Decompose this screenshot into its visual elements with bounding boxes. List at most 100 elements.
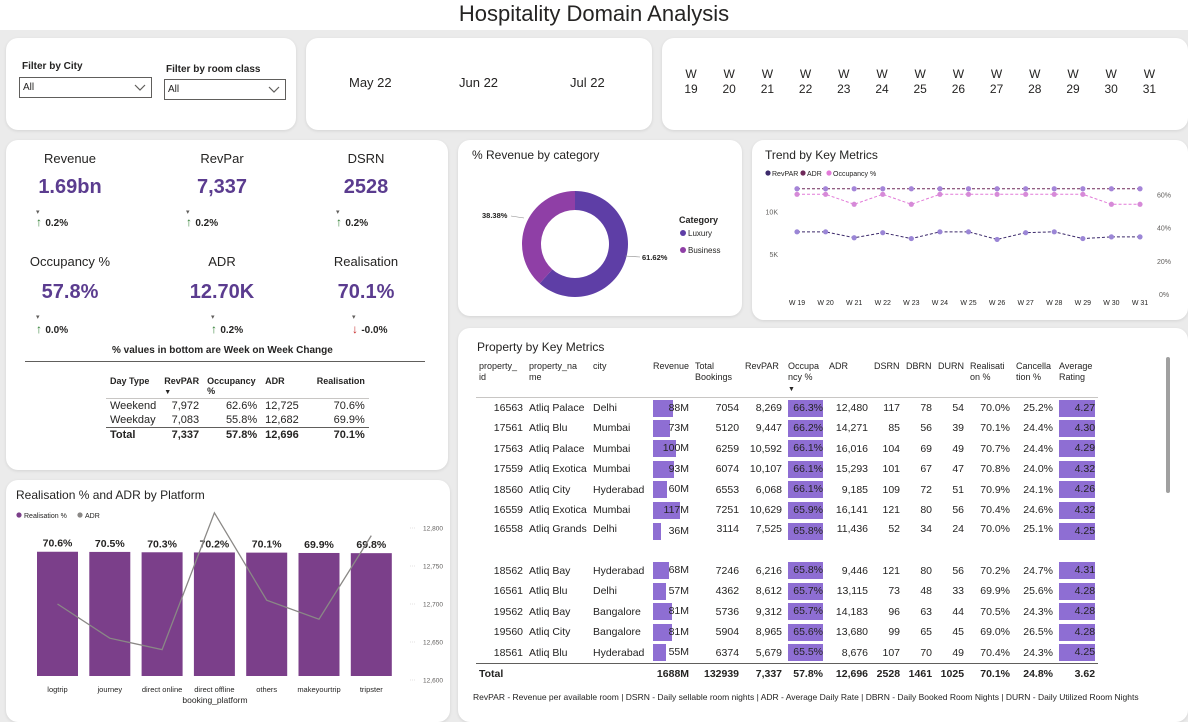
bar-others[interactable] [246,552,288,676]
data-point[interactable] [1080,191,1086,197]
data-point[interactable] [1080,235,1086,242]
data-point[interactable] [937,229,943,235]
col-header[interactable]: Realisati on % [967,359,1013,398]
data-point[interactable] [794,191,800,197]
col-header[interactable]: DSRN [871,359,903,398]
data-point[interactable] [1023,230,1029,236]
data-point[interactable] [822,191,829,197]
data-point[interactable] [880,191,886,197]
data-point[interactable] [1137,201,1143,207]
bar-tripster[interactable] [350,553,392,676]
city-filter-dropdown[interactable]: All [19,77,152,98]
data-point[interactable] [822,186,829,192]
data-point[interactable] [1080,186,1086,192]
month-option[interactable]: May 22 [349,75,392,90]
data-point[interactable] [994,186,1000,192]
legend-label[interactable]: Realisation % [24,513,67,520]
data-point[interactable] [908,201,914,207]
table-row[interactable]: Weekday 7,083 55.8% 12,682 69.9% [106,413,369,428]
col-header[interactable]: Occupancy % [203,374,261,399]
data-point[interactable] [1108,201,1115,207]
table-row[interactable]: 19560 Atliq City Bangalore 81M 5904 8,965 65.6… [476,622,1098,643]
table-row[interactable]: 16559 Atliq Exotica Mumbai 117M 7251 10,629 65… [476,500,1098,521]
col-header[interactable]: Realisation [303,374,369,399]
col-header[interactable]: Revenue [650,359,692,398]
table-row[interactable]: 17563 Atliq Palace Mumbai 100M 6259 10,592 66.… [476,439,1098,460]
week-option[interactable]: W 29 [1063,67,1083,97]
data-point[interactable] [994,236,1000,243]
col-header[interactable]: property_ id [476,359,526,398]
table-scrollbar[interactable] [1166,357,1170,493]
table-row[interactable]: 18562 Atliq Bay Hyderabad 68M 7246 6,216 65.8%… [476,561,1098,582]
data-point[interactable] [851,235,857,241]
col-header[interactable]: Occupa ncy % ▼ [785,359,826,398]
data-point[interactable] [851,201,857,207]
week-option[interactable]: W 22 [796,67,816,97]
legend-label[interactable]: ADR [85,513,100,520]
col-header[interactable]: Total Bookings [692,359,742,398]
data-point[interactable] [794,229,800,235]
table-row[interactable]: 18561 Atliq Blu Hyderabad 55M 6374 5,679 65.5%… [476,643,1098,664]
data-point[interactable] [1051,186,1057,192]
legend-label[interactable]: RevPAR [772,171,798,178]
month-option[interactable]: Jul 22 [570,75,605,90]
week-option[interactable]: W 23 [834,67,854,97]
table-row[interactable]: 18560 Atliq City Hyderabad 60M 6553 6,068 66.1… [476,480,1098,501]
col-header[interactable]: property_na me [526,359,590,398]
donut-slice-business[interactable] [522,191,575,284]
data-point[interactable] [822,229,829,235]
bar-direct-online[interactable] [141,552,183,676]
data-point[interactable] [880,186,886,192]
data-point[interactable] [1108,186,1115,192]
data-point[interactable] [965,191,972,197]
week-option[interactable]: W 30 [1101,67,1121,97]
data-point[interactable] [794,186,800,192]
bar-journey[interactable] [89,551,131,676]
week-option[interactable]: W 21 [757,67,777,97]
col-header[interactable]: city [590,359,650,398]
sort-desc-icon[interactable]: ▼ [164,389,171,396]
legend-label[interactable]: Occupancy % [833,171,876,178]
data-point[interactable] [1051,229,1057,235]
col-header[interactable]: ADR [826,359,871,398]
week-option[interactable]: W 19 [681,67,701,97]
table-row[interactable]: 17559 Atliq Exotica Mumbai 93M 6074 10,107 66.… [476,459,1098,480]
col-header[interactable]: RevPAR ▼ [160,374,203,399]
col-header[interactable]: ADR [261,374,303,399]
week-option[interactable]: W 28 [1025,67,1045,97]
data-point[interactable] [880,230,886,236]
legend-label[interactable]: Luxury [688,229,712,238]
data-point[interactable] [908,186,914,192]
week-option[interactable]: W 20 [719,67,739,97]
data-point[interactable] [1051,191,1057,197]
data-point[interactable] [851,186,857,192]
table-row[interactable]: 16563 Atliq Palace Delhi 88M 7054 8,269 66.3% 1… [476,397,1099,419]
data-point[interactable] [994,191,1000,197]
col-header[interactable]: DBRN [903,359,935,398]
month-option[interactable]: Jun 22 [459,75,498,90]
data-point[interactable] [1137,186,1143,192]
data-point[interactable] [965,229,972,235]
table-row[interactable]: 16561 Atliq Blu Delhi 57M 4362 8,612 65.7% 13,1… [476,581,1098,602]
col-header[interactable]: Day Type [106,374,160,399]
data-point[interactable] [1108,234,1115,240]
data-point[interactable] [908,235,914,242]
week-option[interactable]: W 24 [872,67,892,97]
week-option[interactable]: W 31 [1139,67,1159,97]
table-row[interactable]: 17561 Atliq Blu Mumbai 73M 5120 9,447 66.2% 14,… [476,418,1098,439]
week-option[interactable]: W 25 [910,67,930,97]
week-option[interactable]: W 26 [948,67,968,97]
data-point[interactable] [1137,234,1143,240]
room-class-filter-dropdown[interactable]: All [164,79,286,100]
data-point[interactable] [1023,186,1029,192]
data-point[interactable] [937,191,943,197]
legend-label[interactable]: ADR [807,171,822,178]
bar-direct-offline[interactable] [193,552,235,676]
table-row[interactable]: 16558 Atliq Grands Delhi 36M 3114 7,525 65.8% 1… [476,521,1098,561]
data-point[interactable] [1023,191,1029,197]
col-header[interactable]: RevPAR [742,359,785,398]
data-point[interactable] [965,186,972,192]
week-option[interactable]: W 27 [987,67,1007,97]
data-point[interactable] [937,186,943,192]
col-header[interactable]: Cancella tion % [1013,359,1056,398]
